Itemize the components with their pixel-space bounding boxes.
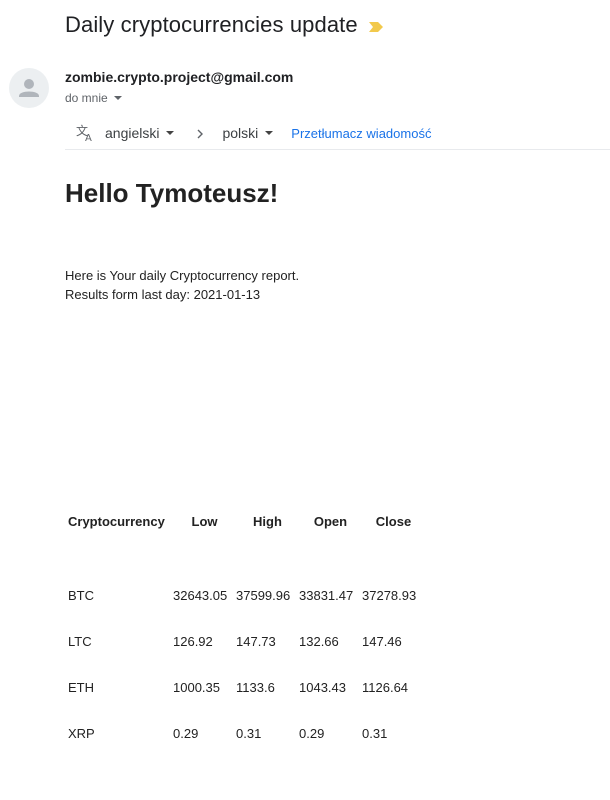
table-row: XRP 0.29 0.31 0.29 0.31	[65, 710, 425, 756]
cell-high: 1133.6	[236, 679, 275, 695]
table-header-row: Cryptocurrency Low High Open Close	[65, 505, 425, 537]
intro-line-1: Here is Your daily Cryptocurrency report…	[65, 268, 300, 283]
cell-close: 1126.64	[362, 679, 409, 695]
cell-high: 0.31	[236, 725, 262, 741]
header-high: High	[253, 513, 282, 529]
cell-low: 1000.35	[173, 679, 220, 695]
recipient-details-toggle[interactable]: do mnie	[65, 91, 122, 105]
cell-symbol: BTC	[68, 587, 94, 603]
cell-high: 37599.96	[236, 587, 291, 603]
caret-down-icon	[265, 131, 274, 135]
cell-symbol: LTC	[68, 633, 92, 649]
subject-row: Daily cryptocurrencies update	[65, 12, 384, 38]
cell-open: 1043.43	[299, 679, 346, 695]
svg-text:A: A	[85, 133, 92, 143]
translate-message-link[interactable]: Przetłumacz wiadomość	[291, 126, 431, 141]
intro-text: Here is Your daily Cryptocurrency report…	[65, 266, 299, 304]
caret-down-icon	[113, 96, 122, 100]
header-close: Close	[375, 513, 412, 529]
source-language-label: angielski	[105, 125, 160, 141]
cell-open: 0.29	[299, 725, 325, 741]
table-row: BTC 32643.05 37599.96 33831.47 37278.93	[65, 572, 425, 618]
header-open: Open	[313, 513, 348, 529]
sender-avatar[interactable]	[9, 68, 49, 108]
cell-high: 147.73	[236, 633, 276, 649]
translate-bar: 文 A angielski polski Przetłumacz wiadomo…	[65, 117, 610, 150]
importance-marker-icon[interactable]	[368, 20, 384, 32]
header-cryptocurrency: Cryptocurrency	[68, 513, 165, 529]
avatar-person-icon	[19, 79, 39, 97]
cell-open: 33831.47	[299, 587, 354, 603]
cell-close: 37278.93	[362, 587, 417, 603]
cell-close: 0.31	[362, 725, 388, 741]
cell-low: 32643.05	[173, 587, 228, 603]
cell-low: 126.92	[173, 633, 213, 649]
greeting-heading: Hello Tymoteusz!	[65, 178, 279, 208]
crypto-report-table: Cryptocurrency Low High Open Close BTC 3…	[65, 505, 425, 756]
recipient-label: do mnie	[65, 91, 108, 105]
cell-close: 147.46	[362, 633, 402, 649]
translate-icon: 文 A	[75, 123, 95, 144]
cell-low: 0.29	[173, 725, 199, 741]
target-language-select[interactable]: polski	[222, 125, 274, 141]
table-row: ETH 1000.35 1133.6 1043.43 1126.64	[65, 664, 425, 710]
intro-line-2: Results form last day: 2021-01-13	[65, 287, 261, 302]
header-low: Low	[191, 513, 218, 529]
cell-open: 132.66	[299, 633, 339, 649]
table-spacer	[65, 537, 425, 572]
cell-symbol: ETH	[68, 679, 94, 695]
email-subject: Daily cryptocurrencies update	[65, 12, 358, 37]
cell-symbol: XRP	[68, 725, 95, 741]
sender-address[interactable]: zombie.crypto.project@gmail.com	[65, 69, 293, 85]
source-language-select[interactable]: angielski	[105, 125, 175, 141]
table-row: LTC 126.92 147.73 132.66 147.46	[65, 618, 425, 664]
target-language-label: polski	[222, 125, 259, 141]
caret-down-icon	[166, 131, 175, 135]
chevron-right-icon	[194, 127, 206, 139]
